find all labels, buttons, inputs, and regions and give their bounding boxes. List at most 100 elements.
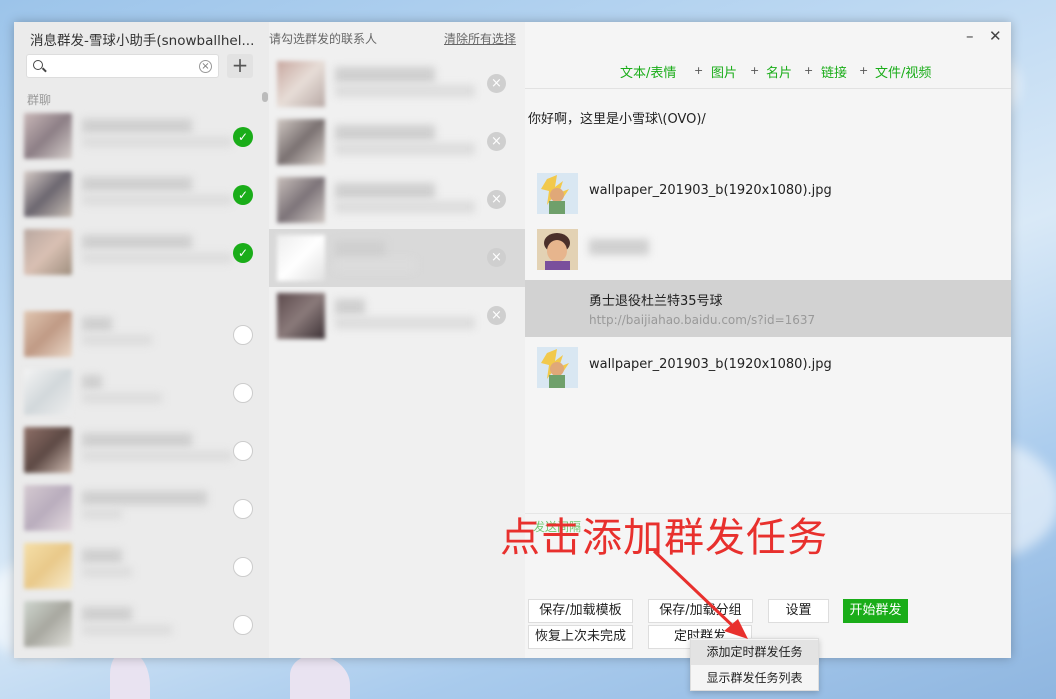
search-input[interactable]: × [26,54,219,78]
file-name: wallpaper_201903_b(1920x1080).jpg [589,183,832,198]
contact-name-blurred [82,433,192,447]
selected-contact-row[interactable]: × [269,55,525,113]
contact-name-blurred [82,375,102,389]
message-card-item[interactable] [525,223,1011,280]
contact-row[interactable] [14,421,269,479]
clear-all-selection-link[interactable]: 清除所有选择 [444,30,516,47]
add-file-video-button[interactable]: 文件/视频 [875,62,931,81]
search-icon [33,60,43,70]
remove-icon[interactable]: × [487,132,506,151]
remove-icon[interactable]: × [487,248,506,267]
plus-icon: + [750,64,760,77]
add-card-button[interactable]: 名片 [766,62,792,81]
contact-name-blurred [335,67,435,83]
contact-name-blurred [82,491,207,505]
add-button[interactable]: + [227,54,253,78]
message-link-item[interactable]: 勇士退役杜兰特35号球 http://baijiahao.baidu.com/s… [525,280,1011,337]
add-image-button[interactable]: 图片 [711,62,737,81]
annotation-arrow-icon [652,549,748,639]
selected-contact-row[interactable]: × [269,171,525,229]
contact-row[interactable] [14,595,269,653]
avatar [277,61,325,107]
link-url: http://baijiahao.baidu.com/s?id=1637 [589,313,816,327]
contact-sub-blurred [82,567,132,577]
link-title: 勇士退役杜兰特35号球 [589,294,723,309]
avatar [24,311,72,357]
selected-contacts-panel: 请勾选群发的联系人 清除所有选择 × × × × × [269,22,525,658]
contact-name-blurred [335,241,385,257]
selected-contact-row[interactable]: × [269,229,525,287]
unchecked-icon[interactable] [233,325,253,345]
avatar [24,601,72,647]
checked-icon[interactable]: ✓ [233,243,253,263]
contact-sub-blurred [82,509,122,519]
contact-sub-blurred [82,335,152,345]
card-avatar-icon [537,229,578,270]
scrollbar-thumb[interactable] [262,92,268,102]
selected-contact-row[interactable]: × [269,287,525,345]
contact-row[interactable] [14,479,269,537]
contact-sub-blurred [82,195,232,205]
avatar [24,229,72,275]
selected-contacts-title: 请勾选群发的联系人 [269,32,378,46]
add-text-emoji-button[interactable]: 文本/表情 [620,62,676,81]
contact-sub-blurred [82,393,162,403]
avatar [24,485,72,531]
checked-icon[interactable]: ✓ [233,127,253,147]
contact-name-blurred [82,235,192,249]
contact-row[interactable] [14,363,269,421]
unchecked-icon[interactable] [233,441,253,461]
card-name-blurred [589,239,649,255]
contact-row[interactable]: ✓ [14,165,269,223]
message-file-item[interactable]: wallpaper_201903_b(1920x1080).jpg [525,341,1011,398]
scheduled-send-menu: 添加定时群发任务 显示群发任务列表 [690,638,819,691]
avatar [277,235,325,281]
contact-sub-blurred [82,137,232,147]
add-link-button[interactable]: 链接 [821,62,847,81]
start-mass-send-button[interactable]: 开始群发 [843,599,908,623]
contact-sub-blurred [335,259,415,271]
avatar [277,177,325,223]
contact-row[interactable] [14,537,269,595]
contact-row[interactable]: ✓ [14,107,269,165]
contact-sub-blurred [335,317,475,329]
restore-unfinished-button[interactable]: 恢复上次未完成 [528,625,633,649]
show-task-list-menu-item[interactable]: 显示群发任务列表 [691,666,818,691]
checked-icon[interactable]: ✓ [233,185,253,205]
avatar [24,543,72,589]
settings-button[interactable]: 设置 [768,599,829,623]
clear-search-icon[interactable]: × [199,60,212,73]
remove-icon[interactable]: × [487,190,506,209]
avatar [24,369,72,415]
remove-icon[interactable]: × [487,74,506,93]
avatar [24,113,72,159]
avatar [24,427,72,473]
image-thumbnail-icon [537,347,578,388]
message-type-toolbar: 文本/表情 + 图片 + 名片 + 链接 + 文件/视频 [525,62,1011,88]
contact-sub-blurred [82,253,232,263]
contact-row[interactable] [14,305,269,363]
window-title: 消息群发-雪球小助手(snowballhel... [30,33,255,49]
unchecked-icon[interactable] [233,615,253,635]
save-load-template-button[interactable]: 保存/加载模板 [528,599,633,623]
image-thumbnail-icon [537,173,578,214]
section-label-group-chat: 群聊 [27,93,52,107]
selected-contact-row[interactable]: × [269,113,525,171]
contact-name-blurred [82,177,192,191]
unchecked-icon[interactable] [233,499,253,519]
avatar [277,293,325,339]
background-decoration [290,655,350,699]
message-text-item[interactable]: 你好啊，这里是小雪球\(OVO)/ [528,108,706,127]
close-button[interactable]: ✕ [989,27,1002,45]
message-file-item[interactable]: wallpaper_201903_b(1920x1080).jpg [525,167,1011,224]
unchecked-icon[interactable] [233,383,253,403]
plus-icon: + [694,64,704,77]
contact-sub-blurred [335,85,475,97]
contact-name-blurred [82,317,112,331]
contact-name-blurred [82,119,192,133]
contact-sub-blurred [335,201,475,213]
contact-row[interactable]: ✓ [14,223,269,281]
remove-icon[interactable]: × [487,306,506,325]
minimize-button[interactable]: – [966,27,974,45]
unchecked-icon[interactable] [233,557,253,577]
